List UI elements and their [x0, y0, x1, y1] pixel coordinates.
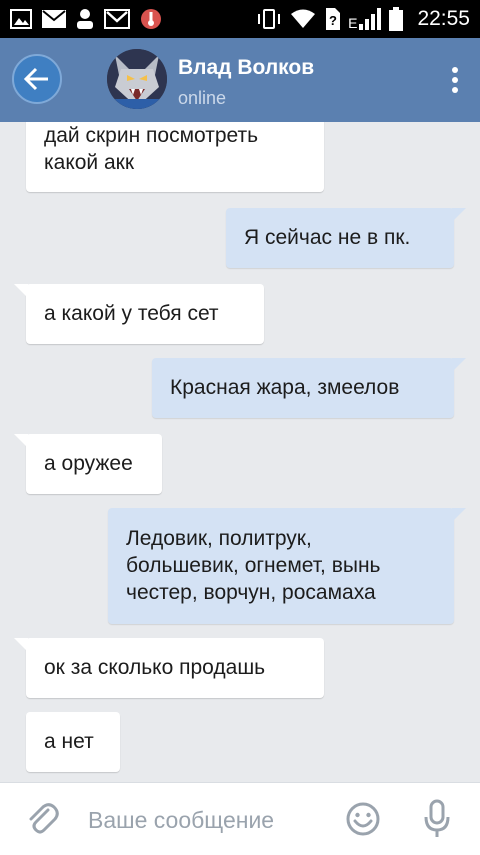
- message-bubble-incoming[interactable]: ок за сколько продашь: [14, 638, 324, 698]
- gallery-icon: [10, 9, 32, 29]
- gmail-icon: [104, 9, 130, 29]
- message-text: Я сейчас не в пк.: [244, 226, 411, 249]
- wolf-avatar-image: [107, 49, 167, 109]
- message-bubble-outgoing[interactable]: Ледовик, политрук, большевик, огнемет, в…: [108, 508, 466, 624]
- clock: 22:55: [417, 7, 470, 30]
- svg-text:?: ?: [329, 13, 337, 28]
- temperature-icon: [141, 9, 161, 29]
- mail-icon: [42, 10, 66, 28]
- bubble-tail: [452, 208, 466, 222]
- bubble-tail: [452, 508, 466, 522]
- vibrate-icon: [258, 9, 281, 29]
- sim-unknown-icon: ?: [326, 8, 341, 30]
- wifi-icon: [291, 9, 316, 28]
- message-bubble-incoming[interactable]: а какой у тебя сет: [14, 284, 264, 344]
- message-input[interactable]: [86, 801, 330, 839]
- contact-status: online: [178, 88, 227, 108]
- microphone-icon[interactable]: [424, 799, 450, 839]
- network-type-label: E: [348, 15, 358, 31]
- back-arrow-icon: [23, 67, 48, 91]
- message-bubble-incoming[interactable]: а нет: [26, 712, 120, 772]
- message-text: Ледовик, политрук, большевик, огнемет, в…: [126, 527, 381, 604]
- battery-icon: [389, 7, 404, 31]
- message-bubble-incoming[interactable]: дай скрин посмотреть какой акк: [26, 122, 324, 192]
- person-icon: [77, 9, 93, 29]
- message-list[interactable]: дай скрин посмотреть какой акк Я сейчас …: [0, 122, 480, 782]
- status-bar: ? E 22:55: [0, 0, 480, 38]
- chat-header: Влад Волков online: [0, 38, 480, 122]
- message-text: Красная жара, змеелов: [170, 376, 400, 399]
- message-bubble-incoming[interactable]: а оружее: [14, 434, 162, 494]
- emoji-icon[interactable]: [345, 801, 381, 837]
- paperclip-icon[interactable]: [24, 800, 60, 836]
- message-text: дай скрин посмотреть какой акк: [44, 124, 259, 174]
- contact-avatar[interactable]: [107, 49, 167, 109]
- message-text: ок за сколько продашь: [44, 656, 266, 679]
- message-bubble-outgoing[interactable]: Красная жара, змеелов: [152, 358, 466, 418]
- bubble-tail: [14, 638, 28, 652]
- message-composer: [0, 782, 480, 855]
- message-bubble-outgoing[interactable]: Я сейчас не в пк.: [226, 208, 466, 268]
- signal-icon: [359, 8, 382, 30]
- contact-name[interactable]: Влад Волков: [178, 56, 314, 80]
- bubble-tail: [452, 358, 466, 372]
- bubble-tail: [14, 284, 28, 298]
- more-vertical-icon[interactable]: [450, 66, 460, 94]
- message-text: а оружее: [44, 452, 133, 475]
- message-text: а какой у тебя сет: [44, 302, 219, 325]
- back-button[interactable]: [12, 54, 62, 104]
- bubble-tail: [14, 434, 28, 448]
- message-text: а нет: [44, 730, 94, 753]
